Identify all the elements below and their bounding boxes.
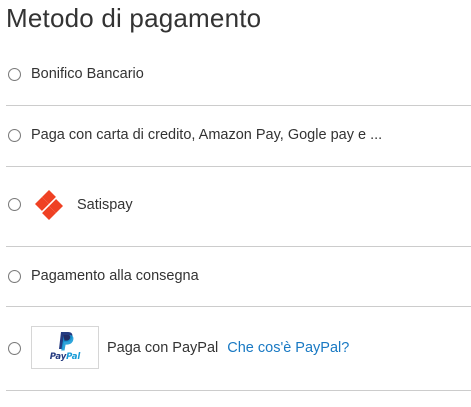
divider [6,166,471,167]
payment-option-credit-card[interactable]: Paga con carta di credito, Amazon Pay, G… [6,125,471,145]
payment-option-paypal[interactable]: PayPal Paga con PayPal Che cos'è PayPal? [6,326,471,370]
payment-method-section: Metodo di pagamento Bonifico Bancario Pa… [0,0,471,407]
section-title: Metodo di pagamento [6,3,262,33]
payment-option-label: Satispay [77,197,133,213]
payment-option-label: Paga con PayPal [107,340,219,356]
divider [6,105,471,106]
payment-option-label: Paga con carta di credito, Amazon Pay, G… [31,127,383,143]
payment-option-label: Bonifico Bancario [31,66,144,82]
radio-satispay[interactable] [8,198,21,211]
paypal-logo: PayPal [31,326,99,369]
radio-bank-transfer[interactable] [8,68,21,81]
satispay-logo [35,190,63,220]
divider [6,390,471,391]
radio-cash-on-delivery[interactable] [8,270,21,283]
divider [6,306,471,307]
payment-option-cash-on-delivery[interactable]: Pagamento alla consegna [6,266,471,286]
radio-paypal[interactable] [8,342,21,355]
what-is-paypal-link[interactable]: Che cos'è PayPal? [227,340,349,356]
paypal-wordmark: PayPal [49,352,81,362]
payment-option-satispay[interactable]: Satispay [6,188,471,222]
paypal-p-icon [59,332,74,351]
payment-option-label: Pagamento alla consegna [31,268,199,284]
radio-credit-card[interactable] [8,129,21,142]
divider [6,246,471,247]
payment-option-bank-transfer[interactable]: Bonifico Bancario [6,64,471,84]
